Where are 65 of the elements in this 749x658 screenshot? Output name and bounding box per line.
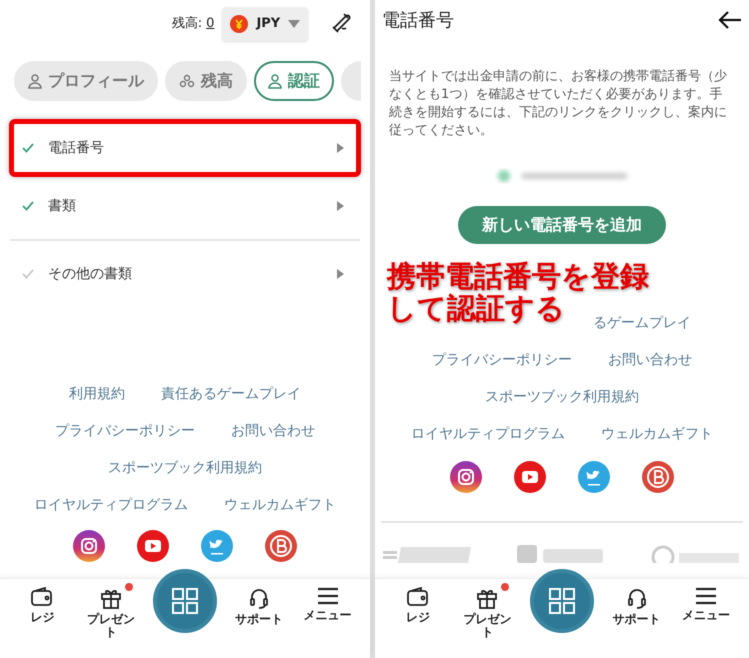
nav-item[interactable]: レジ <box>388 579 448 658</box>
coins-icon <box>179 74 195 88</box>
currency-dropdown[interactable]: JPY <box>222 7 308 41</box>
nav-item[interactable]: メニュー <box>676 579 736 658</box>
footer-link[interactable]: スポーツブック利用規約 <box>485 386 639 408</box>
wallet-icon <box>31 587 54 607</box>
twitter-icon[interactable] <box>201 530 233 562</box>
footer-link[interactable]: 利用規約 <box>69 383 125 405</box>
wallet-icon <box>406 587 429 607</box>
nav-item[interactable]: メニュー <box>298 579 358 658</box>
footer-link[interactable]: ロイヤルティプログラム <box>411 423 565 445</box>
verification-row[interactable]: 電話番号 <box>9 119 361 177</box>
tab[interactable]: 残高 <box>165 61 247 101</box>
footer-link[interactable]: プライバシーポリシー <box>432 349 572 371</box>
headset-icon <box>626 587 648 609</box>
nav-item[interactable]: プレゼント <box>457 579 518 658</box>
grid-icon <box>172 588 198 614</box>
footer-link[interactable]: るゲームプレイ <box>593 312 691 334</box>
instagram-icon[interactable] <box>450 461 482 493</box>
blog-icon[interactable] <box>265 530 297 562</box>
annotation-text: 携帯電話番号を登録 <box>387 260 649 292</box>
footer-link[interactable]: お問い合わせ <box>231 420 315 442</box>
balance-amount[interactable]: 0 <box>206 14 214 34</box>
menu-icon <box>316 587 339 605</box>
tab[interactable]: プロフィール <box>14 61 158 101</box>
nav-item[interactable]: サポート <box>606 579 667 658</box>
tab[interactable]: 認証 <box>254 61 334 101</box>
page-title: 電話番号 <box>382 8 454 32</box>
instagram-icon[interactable] <box>73 530 105 562</box>
nav-item[interactable]: プレゼント <box>81 579 142 658</box>
footer-link[interactable]: プライバシーポリシー <box>55 420 195 442</box>
chevron-icon <box>337 201 344 211</box>
footer-link[interactable]: ウェルカムギフト <box>601 423 713 445</box>
caret-icon <box>288 20 300 28</box>
headset-icon <box>248 587 270 609</box>
gift-icon <box>476 587 498 609</box>
row-label: その他の書類 <box>48 264 133 284</box>
chevron-icon <box>337 269 344 279</box>
menu-icon <box>695 587 718 605</box>
verification-row[interactable]: 書類 <box>9 177 361 235</box>
youtube-icon[interactable] <box>514 461 546 493</box>
row-label: 書類 <box>48 196 77 216</box>
back-arrow-icon[interactable] <box>718 10 742 30</box>
nav-item[interactable]: レジ <box>12 579 72 658</box>
add-phone-button[interactable]: 新しい電話番号を追加 <box>458 206 666 244</box>
blog-icon[interactable] <box>642 461 674 493</box>
verification-row[interactable]: その他の書類 <box>9 245 361 303</box>
footer-link[interactable]: お問い合わせ <box>608 349 692 371</box>
footer-link[interactable]: 責任あるゲームプレイ <box>161 383 301 405</box>
row-label: 電話番号 <box>48 138 105 158</box>
youtube-icon[interactable] <box>137 530 169 562</box>
gift-icon <box>100 587 122 609</box>
chevron-icon <box>337 143 344 153</box>
description-text: 当サイトでは出金申請の前に、お客様の携帯電話番号（少なくとも1つ）を確認させていただく必要があります。手続きを開始するには、下記のリンクをクリックし、案内に従ってください。 <box>388 68 728 140</box>
grid-icon <box>549 588 575 614</box>
nav-item[interactable]: サポート <box>228 579 289 658</box>
user-icon <box>28 73 42 89</box>
annotation-text: して認証する <box>387 292 565 324</box>
yen-icon <box>230 15 248 33</box>
user-icon <box>268 73 282 89</box>
twitter-icon[interactable] <box>578 461 610 493</box>
footer-link[interactable]: スポーツブック利用規約 <box>108 457 262 479</box>
footer-link[interactable]: ロイヤルティプログラム <box>34 494 188 516</box>
footer-link[interactable]: ウェルカムギフト <box>224 494 336 516</box>
balance-label: 残高: <box>172 15 202 34</box>
